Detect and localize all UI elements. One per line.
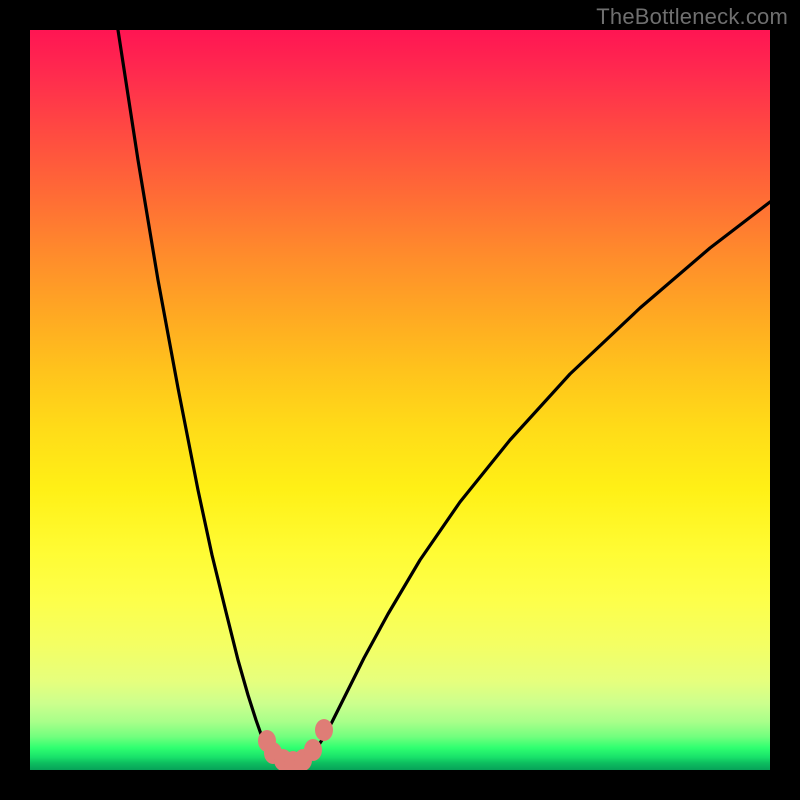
bottleneck-curve: [118, 30, 770, 762]
watermark-text: TheBottleneck.com: [596, 4, 788, 30]
stage: TheBottleneck.com: [0, 0, 800, 800]
valley-marker: [315, 719, 333, 741]
curve-overlay: [30, 30, 770, 770]
valley-marker: [304, 739, 322, 761]
valley-markers: [258, 719, 333, 770]
